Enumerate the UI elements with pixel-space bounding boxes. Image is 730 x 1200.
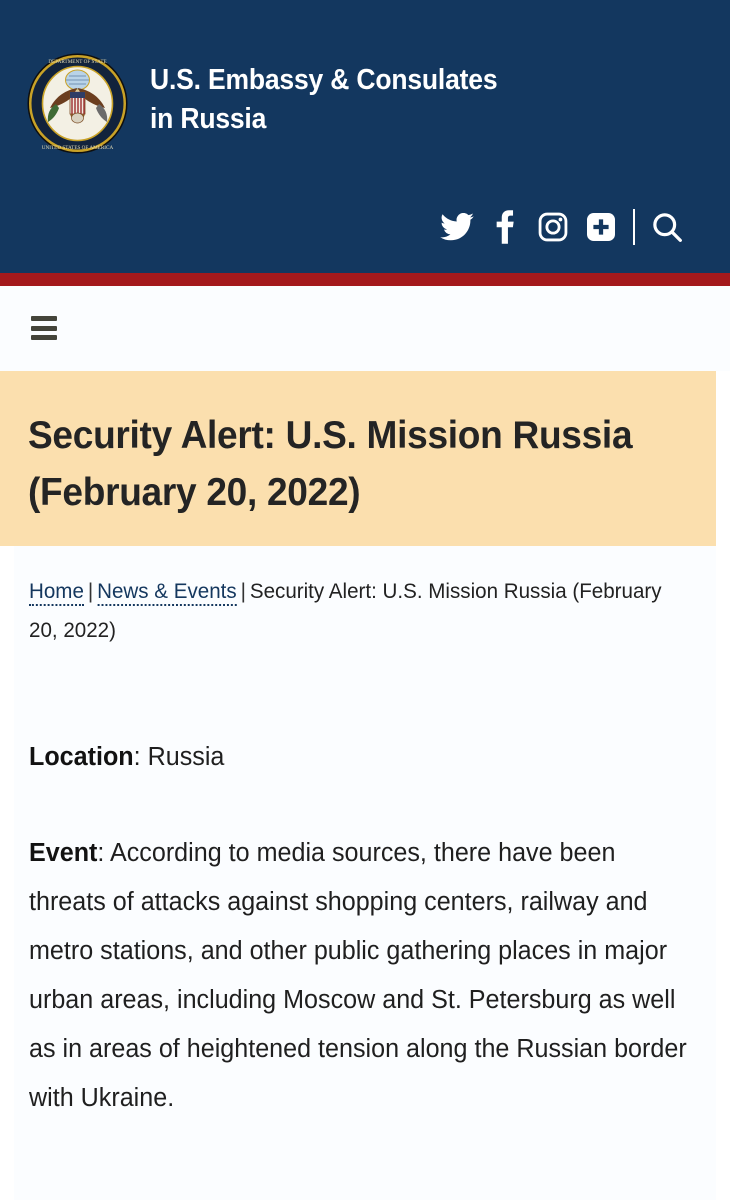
event-value: : According to media sources, there have… <box>29 839 687 1112</box>
content-panel: Home | News & Events | Security Alert: U.S. … <box>14 546 716 1200</box>
search-icon[interactable] <box>643 203 691 251</box>
site-header: DEPARTMENT OF STATE UNITED STATES OF AME… <box>0 0 730 273</box>
brand-title: U.S. Embassy & Consulates in Russia <box>150 61 498 139</box>
more-plus-icon[interactable] <box>577 203 625 251</box>
header-divider <box>633 209 635 245</box>
article-body: Location: Russia Event: According to med… <box>29 733 687 1123</box>
location-value: : Russia <box>133 743 225 771</box>
hamburger-bar-3 <box>31 335 57 340</box>
page-root: DEPARTMENT OF STATE UNITED STATES OF AME… <box>0 0 730 1200</box>
breadcrumb-link-home[interactable]: Home <box>29 580 84 606</box>
hamburger-menu-icon[interactable] <box>31 316 57 340</box>
page-title: Security Alert: U.S. Mission Russia (Feb… <box>28 407 653 521</box>
svg-text:UNITED STATES OF AMERICA: UNITED STATES OF AMERICA <box>42 145 114 151</box>
header-red-rule <box>0 273 730 286</box>
breadcrumb: Home | News & Events | Security Alert: U.S. … <box>29 572 676 650</box>
breadcrumb-separator-1: | <box>87 580 94 603</box>
facebook-icon[interactable] <box>481 203 529 251</box>
event-label: Event <box>29 839 98 867</box>
hamburger-bar-1 <box>31 316 57 321</box>
location-label: Location <box>29 743 134 771</box>
breadcrumb-separator-2: | <box>240 580 246 603</box>
primary-nav-strip <box>0 286 730 371</box>
main-content: Home | News & Events | Security Alert: U.S. … <box>0 546 730 1200</box>
page-title-line-2: (February 20, 2022) <box>28 471 361 514</box>
location-paragraph: Location: Russia <box>29 733 687 782</box>
instagram-icon[interactable] <box>529 203 577 251</box>
us-department-of-state-seal-icon: DEPARTMENT OF STATE UNITED STATES OF AME… <box>26 52 129 155</box>
svg-text:DEPARTMENT OF STATE: DEPARTMENT OF STATE <box>48 59 106 65</box>
event-paragraph: Event: According to media sources, there… <box>29 829 687 1123</box>
breadcrumb-link-news-events[interactable]: News & Events <box>97 580 237 606</box>
twitter-icon[interactable] <box>433 203 481 251</box>
brand-title-line-1: U.S. Embassy & Consulates <box>150 64 498 96</box>
page-title-line-1: Security Alert: U.S. Mission Russia <box>28 414 633 457</box>
brand-title-line-2: in Russia <box>150 103 267 135</box>
alert-title-banner: Security Alert: U.S. Mission Russia (Feb… <box>0 371 716 546</box>
site-brand[interactable]: DEPARTMENT OF STATE UNITED STATES OF AME… <box>26 52 524 155</box>
header-icon-bar <box>433 203 691 251</box>
hamburger-bar-2 <box>31 325 57 331</box>
